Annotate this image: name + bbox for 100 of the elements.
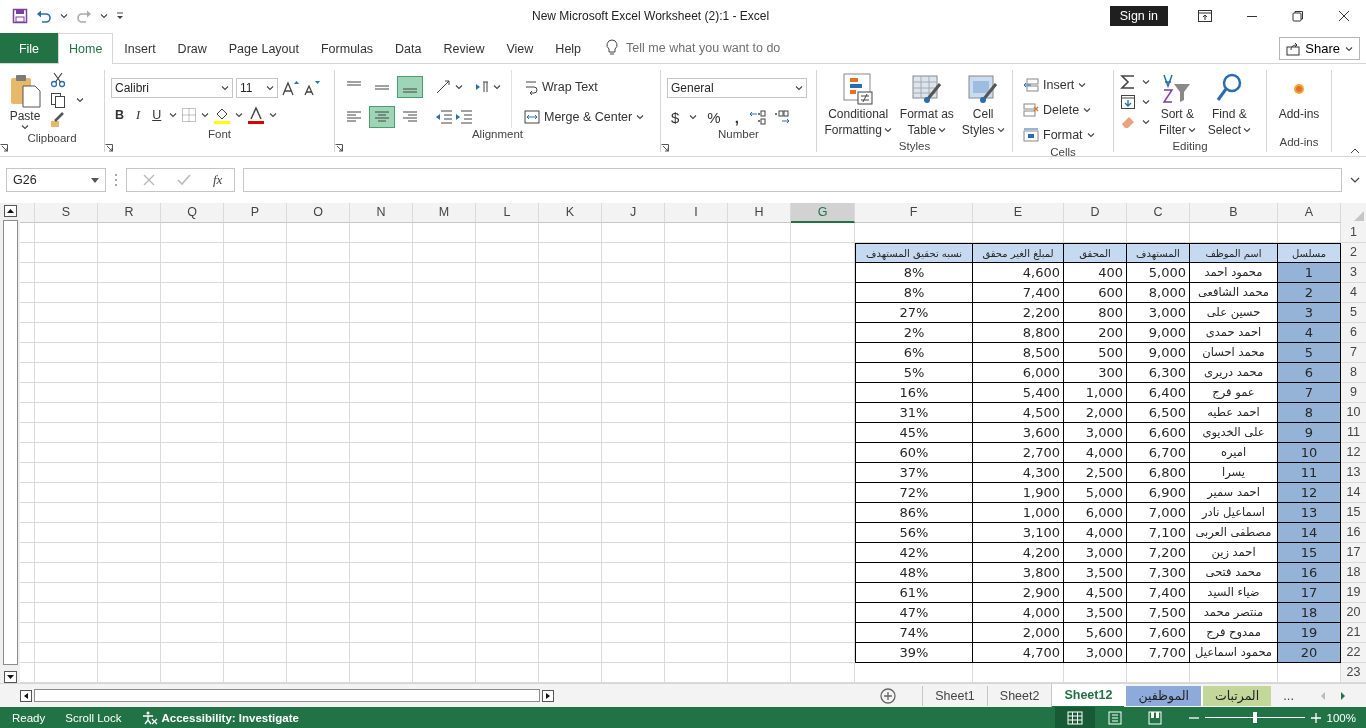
font-size-field[interactable]: 11 bbox=[236, 78, 278, 98]
delete-cells-button[interactable]: Delete bbox=[1019, 99, 1099, 121]
row-number[interactable]: 13 bbox=[1341, 463, 1366, 483]
caret-icon[interactable] bbox=[455, 84, 463, 90]
column-header[interactable]: E bbox=[973, 203, 1064, 223]
column-header[interactable]: A bbox=[1278, 203, 1341, 223]
row-number[interactable]: 20 bbox=[1341, 603, 1366, 623]
ribbon-tab[interactable]: Page Layout bbox=[217, 33, 310, 63]
ribbon-tab[interactable]: Home bbox=[58, 33, 114, 64]
format-cells-button[interactable]: Format bbox=[1019, 124, 1099, 146]
column-header[interactable]: D bbox=[1064, 203, 1127, 223]
insert-cells-button[interactable]: Insert bbox=[1019, 74, 1099, 96]
tell-me-field[interactable]: Tell me what you want to do bbox=[626, 41, 781, 55]
formula-field[interactable] bbox=[243, 168, 1342, 192]
number-format-field[interactable]: General bbox=[667, 78, 807, 98]
next-sheet-icon[interactable] bbox=[1340, 691, 1346, 700]
name-box[interactable]: G26 bbox=[6, 168, 106, 192]
ribbon-tab[interactable]: Help bbox=[544, 33, 593, 63]
row-number[interactable]: 17 bbox=[1341, 543, 1366, 563]
file-tab[interactable]: File bbox=[0, 33, 58, 63]
row-number[interactable]: 19 bbox=[1341, 583, 1366, 603]
column-header[interactable]: B bbox=[1190, 203, 1278, 223]
column-header[interactable]: J bbox=[602, 203, 665, 223]
ribbon-tab[interactable]: Data bbox=[384, 33, 433, 63]
caret-icon[interactable] bbox=[100, 13, 108, 19]
ribbon-tab[interactable]: View bbox=[495, 33, 545, 63]
close-icon[interactable] bbox=[1338, 10, 1350, 22]
column-header[interactable]: H bbox=[728, 203, 791, 223]
restore-icon[interactable] bbox=[1292, 10, 1304, 22]
page-break-icon[interactable] bbox=[1146, 710, 1163, 725]
increase-font-icon[interactable] bbox=[281, 80, 299, 96]
normal-view-icon[interactable] bbox=[1066, 710, 1083, 725]
row-number[interactable]: 11 bbox=[1341, 423, 1366, 443]
vertical-scrollbar[interactable] bbox=[0, 203, 20, 683]
format-as-table-button[interactable]: Format as Table bbox=[896, 70, 957, 140]
comma-button[interactable]: , bbox=[730, 106, 743, 128]
dialog-launcher-icon[interactable] bbox=[0, 144, 8, 152]
cell-styles-button[interactable]: Cell Styles bbox=[958, 70, 1008, 140]
row-number[interactable]: 3 bbox=[1341, 263, 1366, 283]
column-header[interactable]: O bbox=[287, 203, 350, 223]
underline-button[interactable]: U bbox=[148, 104, 166, 126]
sign-in-button[interactable]: Sign in bbox=[1109, 6, 1168, 26]
row-number[interactable]: 5 bbox=[1341, 303, 1366, 323]
dialog-launcher-icon[interactable] bbox=[105, 144, 113, 152]
column-header[interactable]: L bbox=[476, 203, 539, 223]
caret-icon[interactable] bbox=[636, 114, 645, 120]
paste-button[interactable]: Paste bbox=[6, 70, 44, 132]
column-header[interactable]: I bbox=[665, 203, 728, 223]
caret-icon[interactable] bbox=[1142, 119, 1150, 125]
save-icon[interactable] bbox=[12, 8, 28, 24]
column-header[interactable]: F bbox=[855, 203, 973, 223]
font-color-icon[interactable] bbox=[247, 106, 266, 124]
dialog-launcher-icon[interactable] bbox=[661, 144, 669, 152]
column-header[interactable]: Q bbox=[161, 203, 224, 223]
more-sheets-button[interactable]: ... bbox=[1271, 683, 1306, 708]
caret-icon[interactable] bbox=[493, 84, 501, 90]
fill-icon[interactable] bbox=[1120, 94, 1136, 110]
column-header[interactable]: C bbox=[1127, 203, 1190, 223]
scroll-right-icon[interactable] bbox=[542, 689, 554, 702]
column-header[interactable]: K bbox=[539, 203, 602, 223]
sheet-tab[interactable]: Sheet12 bbox=[1051, 683, 1125, 708]
add-ins-button[interactable]: Add-ins bbox=[1275, 70, 1323, 124]
zoom-in-icon[interactable] bbox=[1310, 712, 1321, 723]
ribbon-tab[interactable]: Review bbox=[432, 33, 496, 63]
ribbon-tab[interactable]: Formulas bbox=[310, 33, 385, 63]
scissors-icon[interactable] bbox=[50, 72, 66, 88]
font-name-field[interactable]: Calibri bbox=[111, 78, 233, 98]
caret-icon[interactable] bbox=[169, 112, 178, 118]
caret-icon[interactable] bbox=[201, 112, 210, 118]
row-number[interactable]: 2 bbox=[1341, 243, 1366, 263]
row-number[interactable]: 14 bbox=[1341, 483, 1366, 503]
format-painter-icon[interactable] bbox=[50, 112, 66, 128]
caret-icon[interactable] bbox=[266, 85, 274, 91]
customize-icon[interactable] bbox=[116, 11, 124, 21]
caret-icon[interactable] bbox=[1078, 82, 1087, 88]
ribbon-display-icon[interactable] bbox=[1198, 10, 1212, 22]
percent-button[interactable]: % bbox=[703, 106, 725, 128]
caret-icon[interactable] bbox=[938, 127, 947, 133]
ribbon-tab[interactable]: Draw bbox=[166, 33, 218, 63]
caret-icon[interactable] bbox=[795, 85, 803, 91]
row-number[interactable]: 15 bbox=[1341, 503, 1366, 523]
caret-icon[interactable] bbox=[269, 112, 278, 118]
caret-icon[interactable] bbox=[883, 127, 892, 133]
row-number[interactable]: 1 bbox=[1341, 223, 1366, 243]
decrease-font-icon[interactable] bbox=[302, 80, 320, 96]
sort-filter-button[interactable]: Sort & Filter bbox=[1156, 70, 1199, 140]
caret-icon[interactable] bbox=[1345, 45, 1353, 52]
collapse-ribbon-icon[interactable] bbox=[1350, 148, 1360, 154]
insert-function-button[interactable]: fx bbox=[213, 172, 223, 188]
horizontal-scrollbar[interactable] bbox=[34, 689, 540, 702]
row-number[interactable]: 22 bbox=[1341, 643, 1366, 663]
lightbulb-icon[interactable] bbox=[606, 39, 619, 57]
find-select-button[interactable]: Find & Select bbox=[1204, 70, 1255, 140]
row-number[interactable]: 8 bbox=[1341, 363, 1366, 383]
increase-decimal-icon[interactable] bbox=[748, 109, 767, 125]
row-number[interactable]: 18 bbox=[1341, 563, 1366, 583]
caret-icon[interactable] bbox=[1142, 99, 1150, 105]
caret-icon[interactable] bbox=[60, 13, 68, 19]
row-number[interactable]: 10 bbox=[1341, 403, 1366, 423]
text-direction-icon[interactable] bbox=[475, 80, 491, 94]
